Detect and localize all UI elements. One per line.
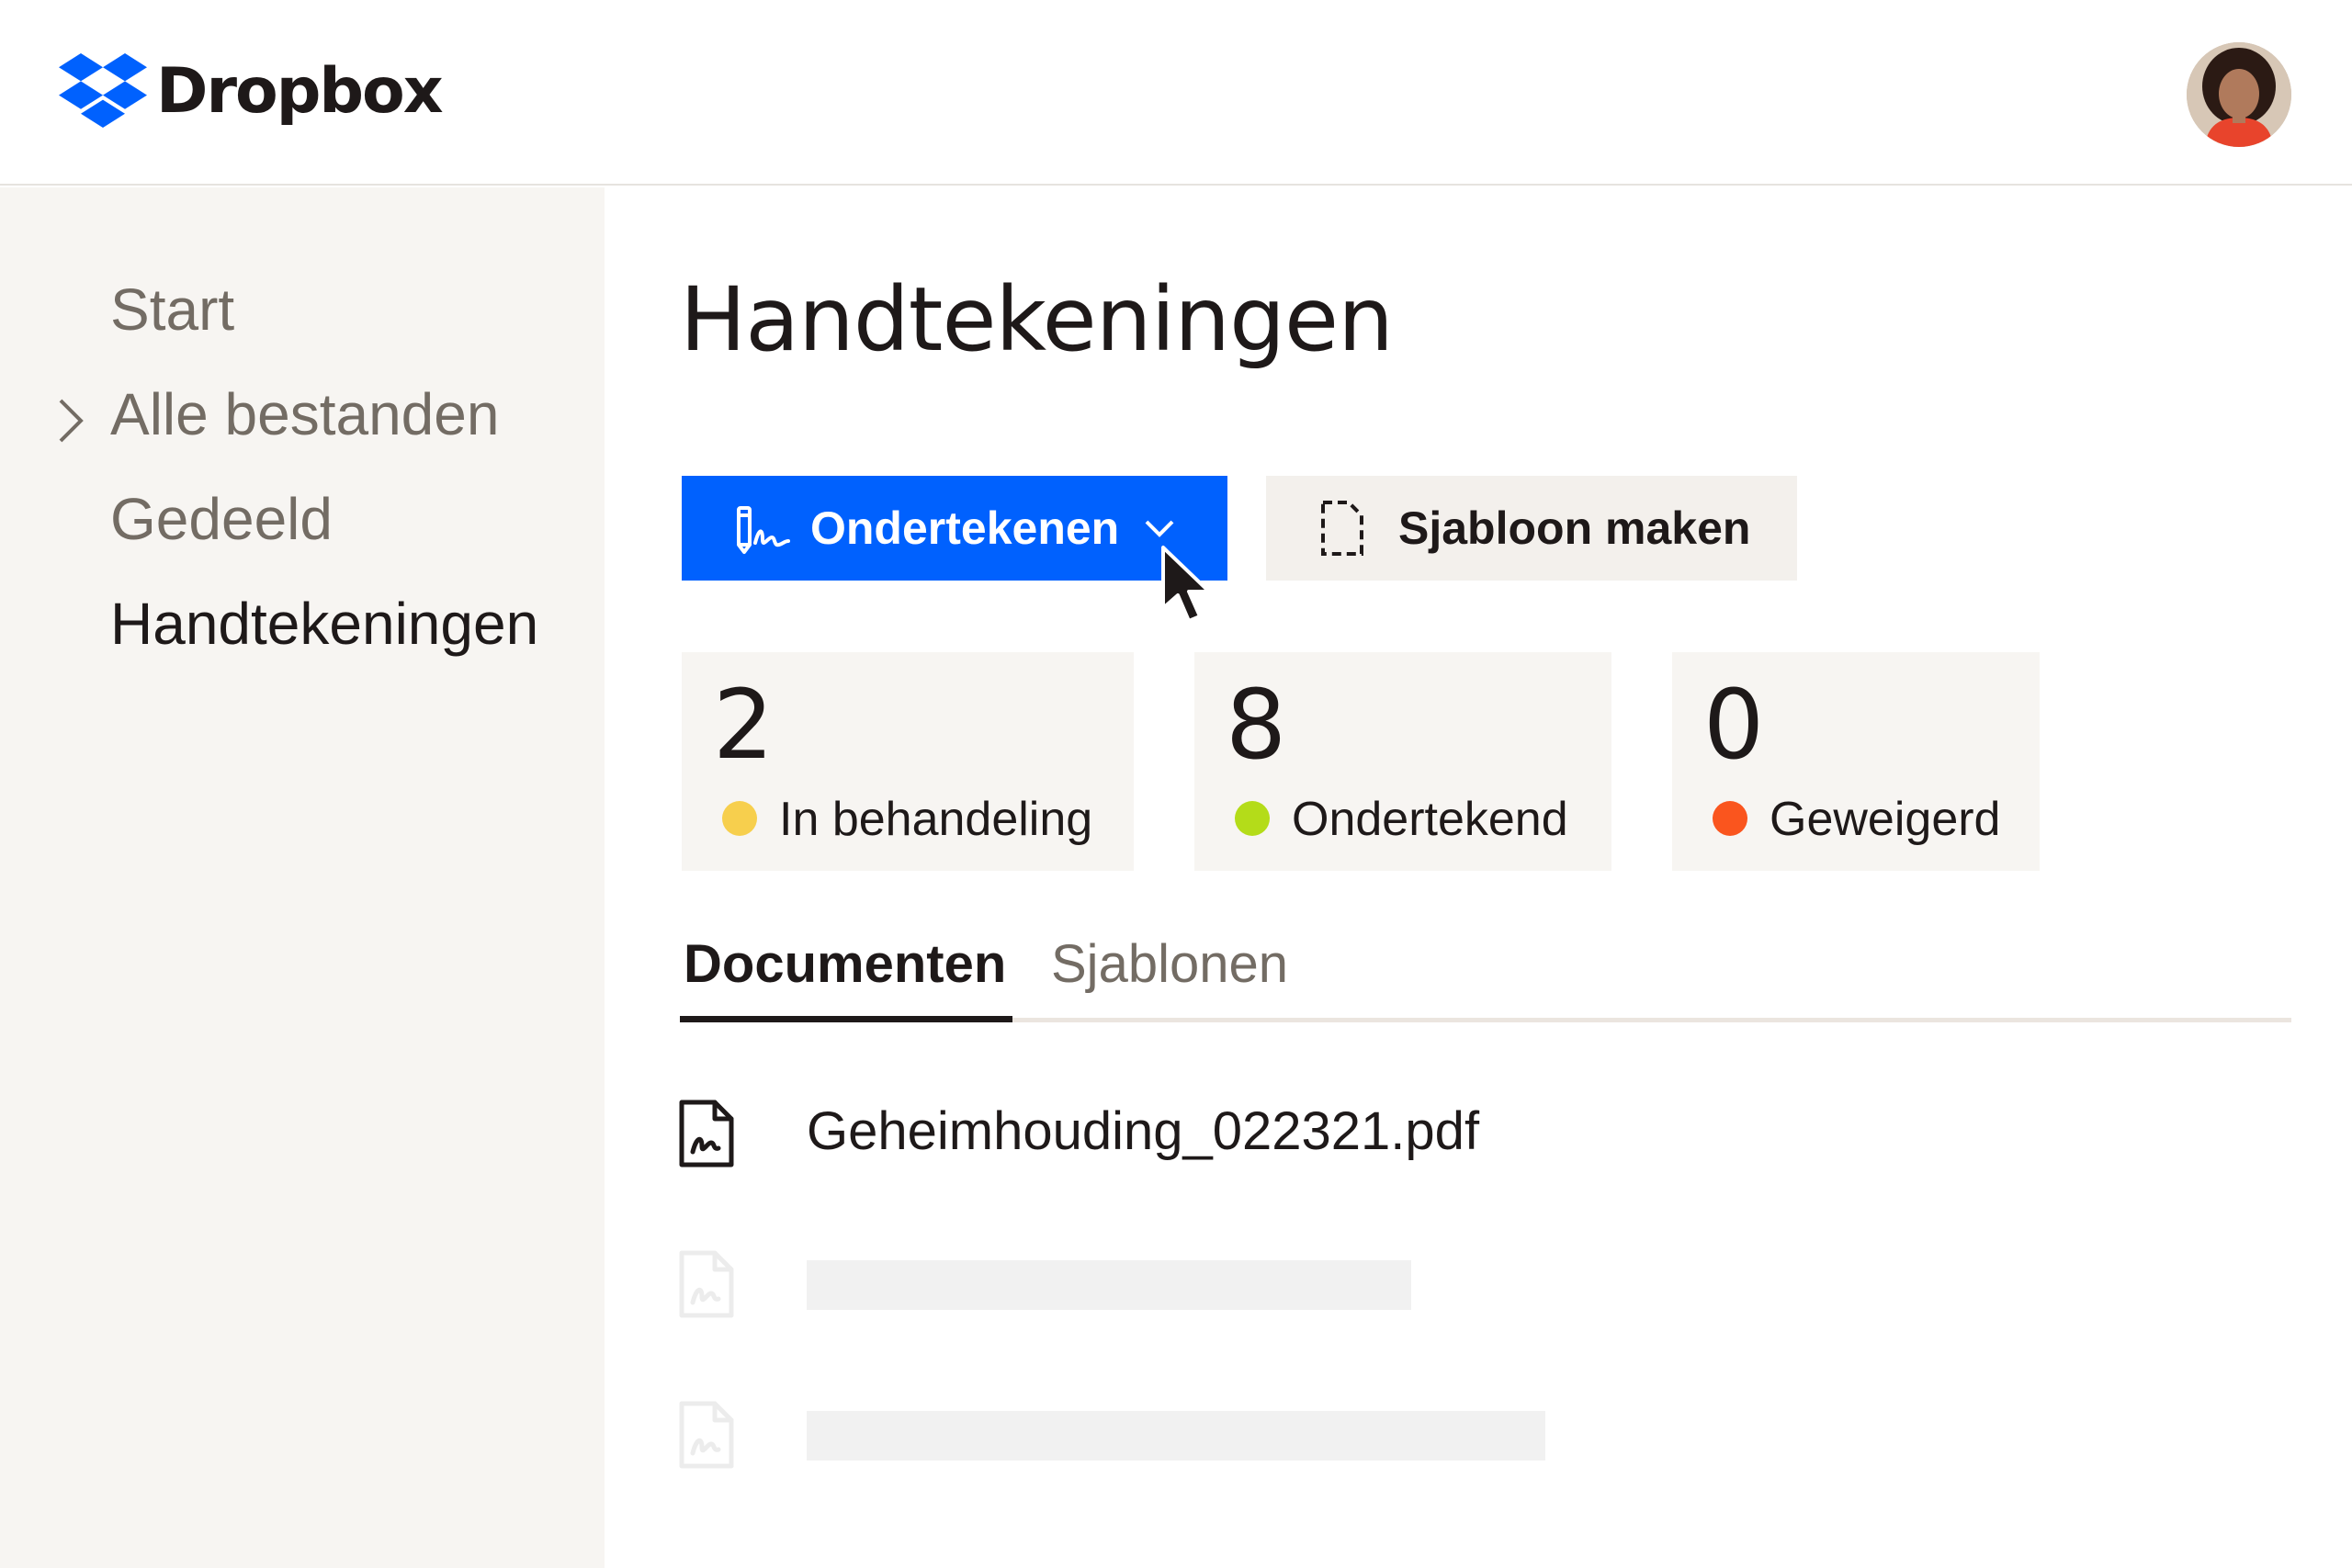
mouse-cursor-icon — [1161, 546, 1211, 623]
create-template-label: Sjabloon maken — [1398, 502, 1751, 554]
document-placeholder-icon — [679, 1401, 734, 1469]
page-title: Handtekeningen — [680, 268, 1394, 371]
stat-card-pending[interactable]: 2 In behandeling — [682, 652, 1134, 871]
status-dot-icon — [722, 801, 757, 836]
sidebar-item-signatures[interactable]: Handtekeningen — [110, 590, 538, 658]
dropbox-logo-icon — [59, 53, 147, 128]
stat-count: 2 — [713, 669, 775, 781]
loading-skeleton — [807, 1411, 1545, 1461]
chevron-right-icon[interactable] — [53, 393, 90, 448]
sidebar-item-all-files[interactable]: Alle bestanden — [110, 380, 499, 448]
signature-pen-icon — [737, 506, 790, 554]
stat-label: Geweigerd — [1770, 793, 2001, 846]
tab-templates[interactable]: Sjablonen — [1051, 933, 1288, 995]
chevron-down-icon[interactable] — [1143, 516, 1176, 540]
stat-card-signed[interactable]: 8 Ondertekend — [1194, 652, 1611, 871]
create-template-button[interactable]: Sjabloon maken — [1266, 476, 1797, 581]
dropbox-logo[interactable]: Dropbox — [59, 53, 444, 129]
avatar-photo-icon — [2187, 42, 2291, 147]
status-dot-icon — [1713, 801, 1747, 836]
stat-count: 8 — [1226, 669, 1287, 781]
sidebar-item-start[interactable]: Start — [110, 276, 234, 344]
status-dot-icon — [1235, 801, 1270, 836]
stat-label: In behandeling — [779, 793, 1093, 846]
tab-documents[interactable]: Documenten — [684, 933, 1006, 995]
sign-button-label: Ondertekenen — [810, 502, 1120, 554]
signed-document-icon — [679, 1100, 734, 1168]
top-bar: Dropbox — [0, 0, 2352, 186]
active-tab-indicator — [680, 1016, 1012, 1022]
stat-label: Ondertekend — [1292, 793, 1568, 846]
template-document-icon — [1321, 501, 1363, 556]
stat-card-declined[interactable]: 0 Geweigerd — [1672, 652, 2040, 871]
sidebar-item-shared[interactable]: Gedeeld — [110, 485, 333, 553]
user-avatar[interactable] — [2187, 42, 2291, 147]
loading-skeleton — [807, 1260, 1411, 1310]
logo-text: Dropbox — [156, 54, 444, 128]
stat-count: 0 — [1703, 669, 1765, 781]
sidebar: Start Alle bestanden Gedeeld Handtekenin… — [0, 187, 605, 1568]
sign-button[interactable]: Ondertekenen — [682, 476, 1227, 581]
document-placeholder-icon — [679, 1250, 734, 1318]
file-name: Geheimhouding_022321.pdf — [807, 1101, 1480, 1161]
